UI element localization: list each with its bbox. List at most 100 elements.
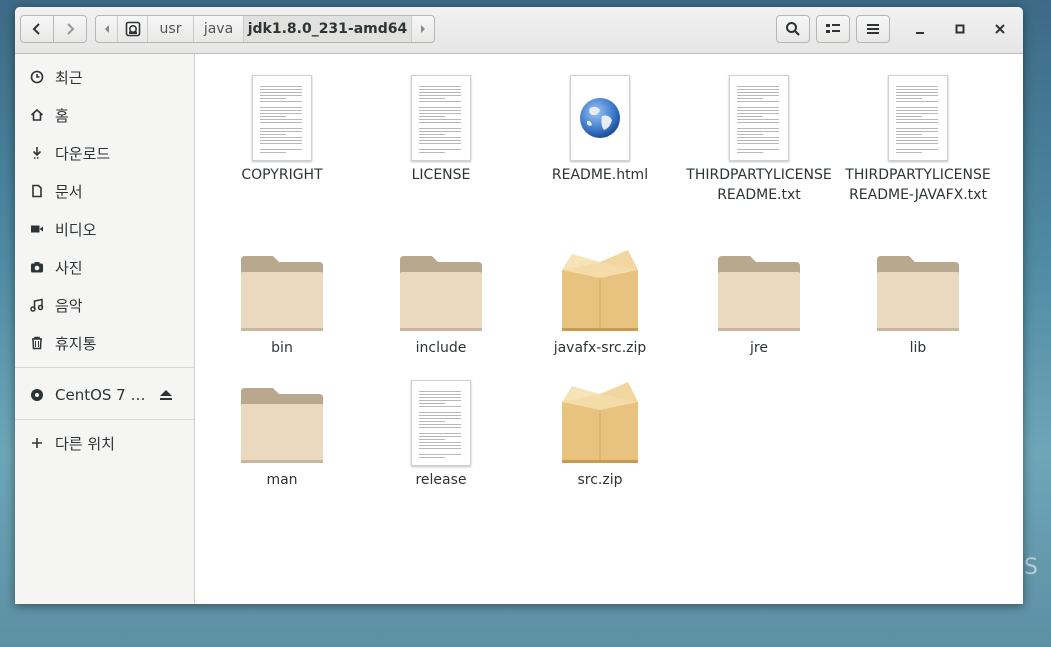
folder-item[interactable]: lib: [843, 244, 993, 358]
text-line: [419, 152, 445, 153]
file-item[interactable]: THIRDPARTYLICENSEREADME-JAVAFX.txt: [843, 71, 993, 205]
text-line: [419, 119, 461, 120]
sidebar-item-label: 다운로드: [55, 144, 111, 163]
chevron-left-icon: [104, 25, 109, 33]
text-line: [260, 149, 302, 150]
desktop-watermark-text: S: [1024, 555, 1038, 580]
text-line: [896, 128, 938, 129]
file-name: release: [415, 472, 467, 488]
document-thumbnail: [411, 75, 471, 161]
header-bar: usr java jdk1.8.0_231-amd64: [15, 7, 1023, 54]
close-button[interactable]: [983, 15, 1017, 43]
text-line: [896, 110, 938, 111]
text-line: [896, 122, 938, 123]
go-back-icon: [32, 23, 40, 35]
sidebar-item-videos[interactable]: 비디오: [15, 210, 194, 248]
path-segment-java[interactable]: java: [194, 16, 244, 42]
sidebar-item-trash[interactable]: 휴지통: [15, 324, 194, 362]
sidebar-item-label: 사진: [55, 258, 83, 277]
text-line: [419, 448, 461, 449]
text-line: [896, 143, 938, 144]
music-icon: [29, 297, 45, 313]
document-icon: [29, 183, 45, 199]
text-line: [260, 119, 302, 120]
folder-item[interactable]: man: [207, 376, 357, 490]
text-line: [896, 137, 938, 138]
text-line: [419, 427, 461, 428]
text-line: [419, 391, 461, 392]
text-line: [419, 454, 461, 455]
text-line: [419, 113, 461, 114]
text-line: [419, 442, 461, 443]
text-line: [737, 107, 779, 108]
file-item[interactable]: COPYRIGHT: [207, 71, 357, 185]
file-name: javafx-src.zip: [553, 340, 647, 356]
path-root-button[interactable]: [118, 16, 148, 42]
file-name: THIRDPARTYLICENSEREADME-JAVAFX.txt: [845, 167, 991, 203]
text-line: [419, 143, 461, 144]
eject-icon: [160, 390, 172, 400]
file-view: COPYRIGHT LICENSE README.html THIRDPARTY…: [195, 54, 1023, 604]
maximize-button[interactable]: [943, 15, 977, 43]
document-thumbnail: [252, 75, 312, 161]
sidebar-item-downloads[interactable]: 다운로드: [15, 134, 194, 172]
path-scroll-right-button[interactable]: [412, 16, 434, 42]
download-icon: [29, 145, 45, 161]
file-item[interactable]: THIRDPARTYLICENSEREADME.txt: [684, 71, 834, 205]
text-line: [896, 98, 922, 99]
folder-icon: [843, 244, 993, 334]
text-line: [419, 403, 445, 404]
view-toggle-button[interactable]: [816, 15, 850, 43]
video-icon: [29, 221, 45, 237]
back-button[interactable]: [20, 15, 54, 43]
text-line: [260, 140, 302, 141]
text-line: [737, 95, 779, 96]
folder-icon: [684, 244, 834, 334]
text-line: [419, 457, 445, 458]
text-file-icon: [366, 71, 516, 161]
archive-item[interactable]: src.zip: [525, 376, 675, 490]
text-line: [419, 415, 461, 416]
path-segment-usr[interactable]: usr: [148, 16, 194, 42]
menu-button[interactable]: [856, 15, 890, 43]
text-line: [419, 394, 461, 395]
file-item[interactable]: release: [366, 376, 516, 490]
sidebar-item-music[interactable]: 음악: [15, 286, 194, 324]
text-line: [419, 92, 461, 93]
folder-item[interactable]: bin: [207, 244, 357, 358]
text-line: [737, 137, 779, 138]
sidebar-item-pictures[interactable]: 사진: [15, 248, 194, 286]
forward-button[interactable]: [53, 15, 87, 43]
file-item[interactable]: README.html: [525, 71, 675, 185]
sidebar-item-documents[interactable]: 문서: [15, 172, 194, 210]
text-file-icon: [366, 376, 516, 466]
eject-button[interactable]: [158, 388, 174, 402]
text-line: [419, 406, 461, 407]
file-name: lib: [909, 340, 927, 356]
archive-item[interactable]: javafx-src.zip: [525, 244, 675, 358]
package-icon: [525, 244, 675, 334]
file-item[interactable]: LICENSE: [366, 71, 516, 185]
search-button[interactable]: [776, 15, 810, 43]
text-line: [737, 113, 779, 114]
text-line: [737, 98, 763, 99]
text-line: [419, 134, 445, 135]
text-line: [419, 149, 461, 150]
sidebar-item-other-locations[interactable]: 다른 위치: [15, 424, 194, 462]
text-line: [419, 122, 461, 123]
go-forward-icon: [67, 23, 75, 35]
folder-item[interactable]: include: [366, 244, 516, 358]
sidebar-item-home[interactable]: 홈: [15, 96, 194, 134]
path-scroll-left-button[interactable]: [96, 16, 118, 42]
text-line: [419, 110, 461, 111]
text-line: [419, 421, 445, 422]
minimize-button[interactable]: [903, 15, 937, 43]
path-segment-current[interactable]: jdk1.8.0_231-amd64: [244, 16, 412, 42]
text-line: [737, 119, 779, 120]
folder-item[interactable]: jre: [684, 244, 834, 358]
device-label: CentOS 7 …: [55, 386, 146, 404]
text-line: [896, 101, 938, 102]
sidebar-item-recent[interactable]: 최근: [15, 58, 194, 96]
text-line: [260, 107, 302, 108]
file-name: man: [266, 472, 298, 488]
